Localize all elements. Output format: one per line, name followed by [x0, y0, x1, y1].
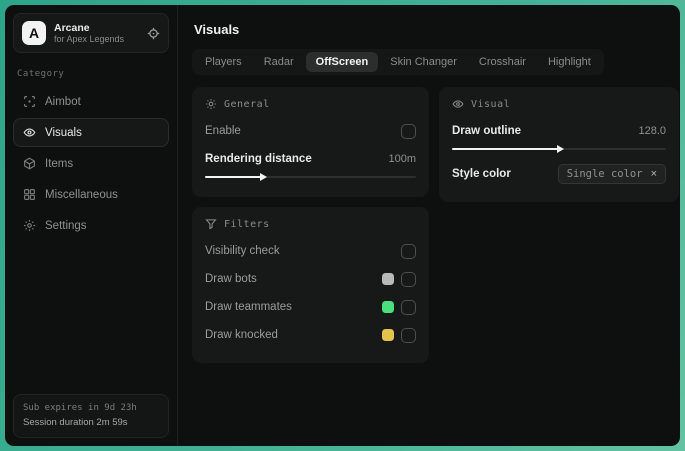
draw-bots-checkbox[interactable] [401, 271, 416, 287]
draw-teammates-color-swatch[interactable] [382, 301, 394, 313]
page-title: Visuals [194, 22, 240, 37]
app-window: A Arcane for Apex Legends Category Aimbo… [5, 5, 680, 446]
visibility-check-checkbox[interactable] [401, 243, 416, 259]
visibility-check-label: Visibility check [205, 245, 280, 257]
sidebar-nav: Aimbot Visuals Items Miscellaneous Setti… [13, 87, 169, 240]
sidebar-item-miscellaneous[interactable]: Miscellaneous [13, 180, 169, 209]
tab-highlight[interactable]: Highlight [538, 52, 601, 72]
panel-title: Visual [471, 98, 511, 110]
draw-bots-label: Draw bots [205, 273, 257, 285]
sidebar-item-visuals[interactable]: Visuals [13, 118, 169, 147]
main-content: Visuals Players Radar OffScreen Skin Cha… [178, 5, 680, 446]
tab-crosshair[interactable]: Crosshair [469, 52, 536, 72]
sub-expiry-text: Sub expires in 9d 23h [23, 403, 137, 414]
subscription-card: Sub expires in 9d 23h Session duration 2… [13, 394, 169, 438]
app-subtitle: for Apex Legends [54, 33, 125, 44]
rendering-distance-slider[interactable] [205, 172, 416, 182]
tab-offscreen[interactable]: OffScreen [305, 52, 379, 72]
tab-players[interactable]: Players [195, 52, 252, 72]
sidebar-item-label: Miscellaneous [45, 188, 118, 201]
style-color-select[interactable]: Single color × [557, 164, 666, 184]
panel-title: General [224, 98, 270, 110]
slider-thumb[interactable] [259, 172, 267, 181]
sun-icon [205, 98, 217, 110]
draw-outline-slider[interactable] [452, 144, 666, 154]
style-color-label: Style color [452, 168, 511, 180]
category-label: Category [17, 69, 65, 79]
app-title: Arcane [54, 21, 90, 34]
session-duration-text: Session duration 2m 59s [23, 416, 128, 428]
draw-knocked-color-swatch[interactable] [382, 329, 394, 341]
rendering-distance-value: 100m [388, 153, 416, 165]
tab-bar: Players Radar OffScreen Skin Changer Cro… [192, 49, 604, 75]
filters-panel: Filters Visibility check Draw bots Draw … [192, 207, 429, 363]
sidebar-item-items[interactable]: Items [13, 149, 169, 178]
sidebar-item-settings[interactable]: Settings [13, 211, 169, 240]
draw-bots-color-swatch[interactable] [382, 273, 394, 285]
grid-icon [23, 188, 36, 201]
visual-panel: Visual Draw outline 128.0 Style color Si… [439, 87, 679, 202]
sidebar-item-aimbot[interactable]: Aimbot [13, 87, 169, 116]
funnel-icon [205, 218, 217, 230]
enable-label: Enable [205, 125, 241, 137]
sidebar-item-label: Visuals [45, 126, 82, 139]
crosshair-icon [23, 95, 36, 108]
draw-knocked-label: Draw knocked [205, 329, 278, 341]
draw-outline-label: Draw outline [452, 125, 522, 137]
style-color-value: Single color [566, 168, 643, 180]
draw-outline-value: 128.0 [638, 125, 666, 137]
eye-icon [23, 126, 36, 139]
panel-title: Filters [224, 218, 270, 230]
slider-thumb[interactable] [557, 144, 564, 153]
sidebar-item-label: Settings [45, 219, 87, 232]
draw-teammates-checkbox[interactable] [401, 299, 416, 315]
sidebar: A Arcane for Apex Legends Category Aimbo… [5, 5, 178, 446]
eye-icon [452, 98, 464, 110]
target-icon[interactable] [147, 27, 160, 40]
logo-card: A Arcane for Apex Legends [13, 13, 169, 53]
tab-skin-changer[interactable]: Skin Changer [380, 52, 467, 72]
sidebar-item-label: Aimbot [45, 95, 81, 108]
draw-knocked-checkbox[interactable] [401, 327, 416, 343]
gear-icon [23, 219, 36, 232]
cube-icon [23, 157, 36, 170]
app-logo: A [22, 21, 46, 45]
rendering-distance-label: Rendering distance [205, 153, 312, 165]
general-panel: General Enable Rendering distance 100m [192, 87, 429, 197]
sidebar-item-label: Items [45, 157, 74, 170]
tab-radar[interactable]: Radar [254, 52, 304, 72]
clear-icon[interactable]: × [651, 168, 657, 180]
enable-checkbox[interactable] [401, 123, 416, 139]
draw-teammates-label: Draw teammates [205, 301, 292, 313]
